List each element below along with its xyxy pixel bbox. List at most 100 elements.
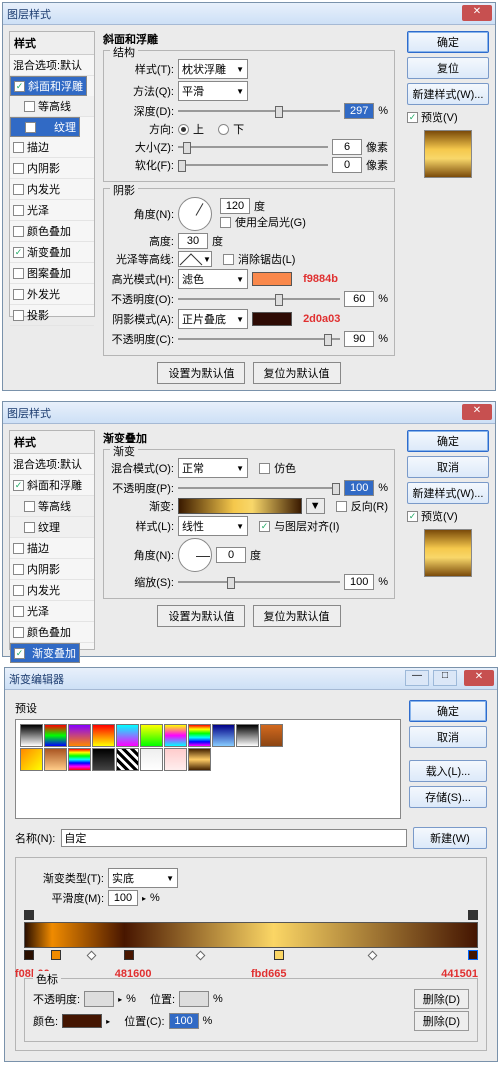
checkbox-icon[interactable]	[13, 310, 24, 321]
style-coloroverlay[interactable]: 颜色叠加	[10, 221, 94, 242]
style-satin[interactable]: 光泽	[10, 601, 94, 622]
reset-button[interactable]: 复位	[407, 57, 489, 79]
dir-up-radio[interactable]	[178, 124, 189, 135]
s-opacity-slider[interactable]	[178, 332, 340, 346]
checkbox-icon[interactable]	[13, 142, 24, 153]
name-input[interactable]	[61, 829, 407, 847]
h-opacity-slider[interactable]	[178, 292, 340, 306]
minimize-icon[interactable]: —	[405, 670, 429, 686]
highlight-mode-select[interactable]: 滤色▼	[178, 269, 248, 289]
depth-slider[interactable]	[178, 104, 340, 118]
style-contour[interactable]: 等高线	[10, 496, 94, 517]
style-bevel[interactable]: ✓斜面和浮雕	[10, 475, 94, 496]
checkbox-icon[interactable]	[13, 184, 24, 195]
checkbox-icon[interactable]	[13, 564, 24, 575]
load-button[interactable]: 载入(L)...	[409, 760, 487, 782]
gloss-contour[interactable]: ▼	[178, 251, 212, 267]
close-icon[interactable]: ✕	[464, 670, 494, 686]
color-stop[interactable]	[24, 950, 34, 960]
shadow-color-swatch[interactable]	[252, 312, 292, 326]
checkbox-icon[interactable]	[24, 101, 35, 112]
checkbox-icon[interactable]: ✓	[14, 81, 25, 92]
midpoint-diamond[interactable]	[368, 951, 378, 961]
opacity-stop[interactable]	[468, 910, 478, 920]
angle-value[interactable]: 0	[216, 547, 246, 563]
soft-slider[interactable]	[178, 158, 328, 172]
style-texture[interactable]: 纹理	[10, 117, 80, 137]
new-style-button[interactable]: 新建样式(W)...	[407, 482, 489, 504]
style-gradoverlay[interactable]: ✓渐变叠加	[10, 242, 94, 263]
cancel-button[interactable]: 取消	[409, 726, 487, 748]
highlight-color-swatch[interactable]	[252, 272, 292, 286]
set-default-button[interactable]: 设置为默认值	[157, 605, 245, 627]
close-icon[interactable]: ✕	[462, 404, 492, 420]
checkbox-icon[interactable]	[13, 585, 24, 596]
style-satin[interactable]: 光泽	[10, 200, 94, 221]
save-button[interactable]: 存储(S)...	[409, 786, 487, 808]
midpoint-diamond[interactable]	[195, 951, 205, 961]
maximize-icon[interactable]: □	[433, 670, 457, 686]
style-dropshadow[interactable]: 投影	[10, 305, 94, 326]
delete-color-stop-button[interactable]: 删除(D)	[414, 1011, 469, 1031]
new-style-button[interactable]: 新建样式(W)...	[407, 83, 489, 105]
stop-pos2-value[interactable]: 100	[169, 1013, 199, 1029]
scale-slider[interactable]	[178, 575, 340, 589]
style-innerglow[interactable]: 内发光	[10, 179, 94, 200]
checkbox-icon[interactable]	[24, 501, 35, 512]
scale-value[interactable]: 100	[344, 574, 374, 590]
chevron-right-icon[interactable]: ▸	[106, 1017, 110, 1026]
gradient-bar[interactable]: f08b00 481600 fbd665 441501	[24, 922, 478, 948]
angle-wheel[interactable]	[178, 538, 212, 572]
close-icon[interactable]: ✕	[462, 5, 492, 21]
ok-button[interactable]: 确定	[407, 430, 489, 452]
color-stop[interactable]	[124, 950, 134, 960]
s-opacity-value[interactable]: 90	[344, 331, 374, 347]
style-innershadow[interactable]: 内阴影	[10, 158, 94, 179]
altitude-value[interactable]: 30	[178, 233, 208, 249]
style-stroke[interactable]: 描边	[10, 137, 94, 158]
grad-type-select[interactable]: 实底▼	[108, 868, 178, 888]
opacity-stop[interactable]	[24, 910, 34, 920]
titlebar[interactable]: 图层样式 ✕	[3, 402, 495, 424]
dir-down-radio[interactable]	[218, 124, 229, 135]
opacity-value[interactable]: 100	[344, 480, 374, 496]
style-bevel[interactable]: ✓斜面和浮雕	[10, 76, 87, 96]
reset-default-button[interactable]: 复位为默认值	[253, 362, 341, 384]
checkbox-icon[interactable]	[13, 268, 24, 279]
stop-color-swatch[interactable]	[62, 1014, 102, 1028]
gradient-strip[interactable]	[178, 498, 302, 514]
color-stop-selected[interactable]	[468, 950, 478, 960]
style-outerglow[interactable]: 外发光	[10, 284, 94, 305]
style-patoverlay[interactable]: 图案叠加	[10, 263, 94, 284]
blend-options[interactable]: 混合选项:默认	[10, 454, 94, 475]
angle-value[interactable]: 120	[220, 198, 250, 214]
style-innerglow[interactable]: 内发光	[10, 580, 94, 601]
global-light-checkbox[interactable]	[220, 217, 231, 228]
chevron-down-icon[interactable]: ▼	[306, 498, 325, 514]
checkbox-icon[interactable]: ✓	[13, 480, 24, 491]
style-texture[interactable]: 纹理	[10, 517, 94, 538]
cancel-button[interactable]: 取消	[407, 456, 489, 478]
titlebar[interactable]: 渐变编辑器 — □ ✕	[5, 668, 497, 690]
color-stop[interactable]	[274, 950, 284, 960]
ok-button[interactable]: 确定	[409, 700, 487, 722]
align-checkbox[interactable]: ✓	[259, 521, 270, 532]
style-gradoverlay[interactable]: ✓渐变叠加	[10, 643, 80, 663]
checkbox-icon[interactable]: ✓	[14, 648, 25, 659]
checkbox-icon[interactable]	[25, 122, 36, 133]
size-slider[interactable]	[178, 140, 328, 154]
reset-default-button[interactable]: 复位为默认值	[253, 605, 341, 627]
checkbox-icon[interactable]	[13, 606, 24, 617]
depth-value[interactable]: 297	[344, 103, 374, 119]
size-value[interactable]: 6	[332, 139, 362, 155]
style-select[interactable]: 枕状浮雕▼	[178, 59, 248, 79]
checkbox-icon[interactable]	[13, 205, 24, 216]
checkbox-icon[interactable]	[24, 522, 35, 533]
style-contour[interactable]: 等高线	[10, 96, 94, 117]
blend-options[interactable]: 混合选项:默认	[10, 55, 94, 76]
titlebar[interactable]: 图层样式 ✕	[3, 3, 495, 25]
grad-style-select[interactable]: 线性▼	[178, 516, 248, 536]
shadow-mode-select[interactable]: 正片叠底▼	[178, 309, 248, 329]
style-stroke[interactable]: 描边	[10, 538, 94, 559]
antialias-checkbox[interactable]	[223, 254, 234, 265]
